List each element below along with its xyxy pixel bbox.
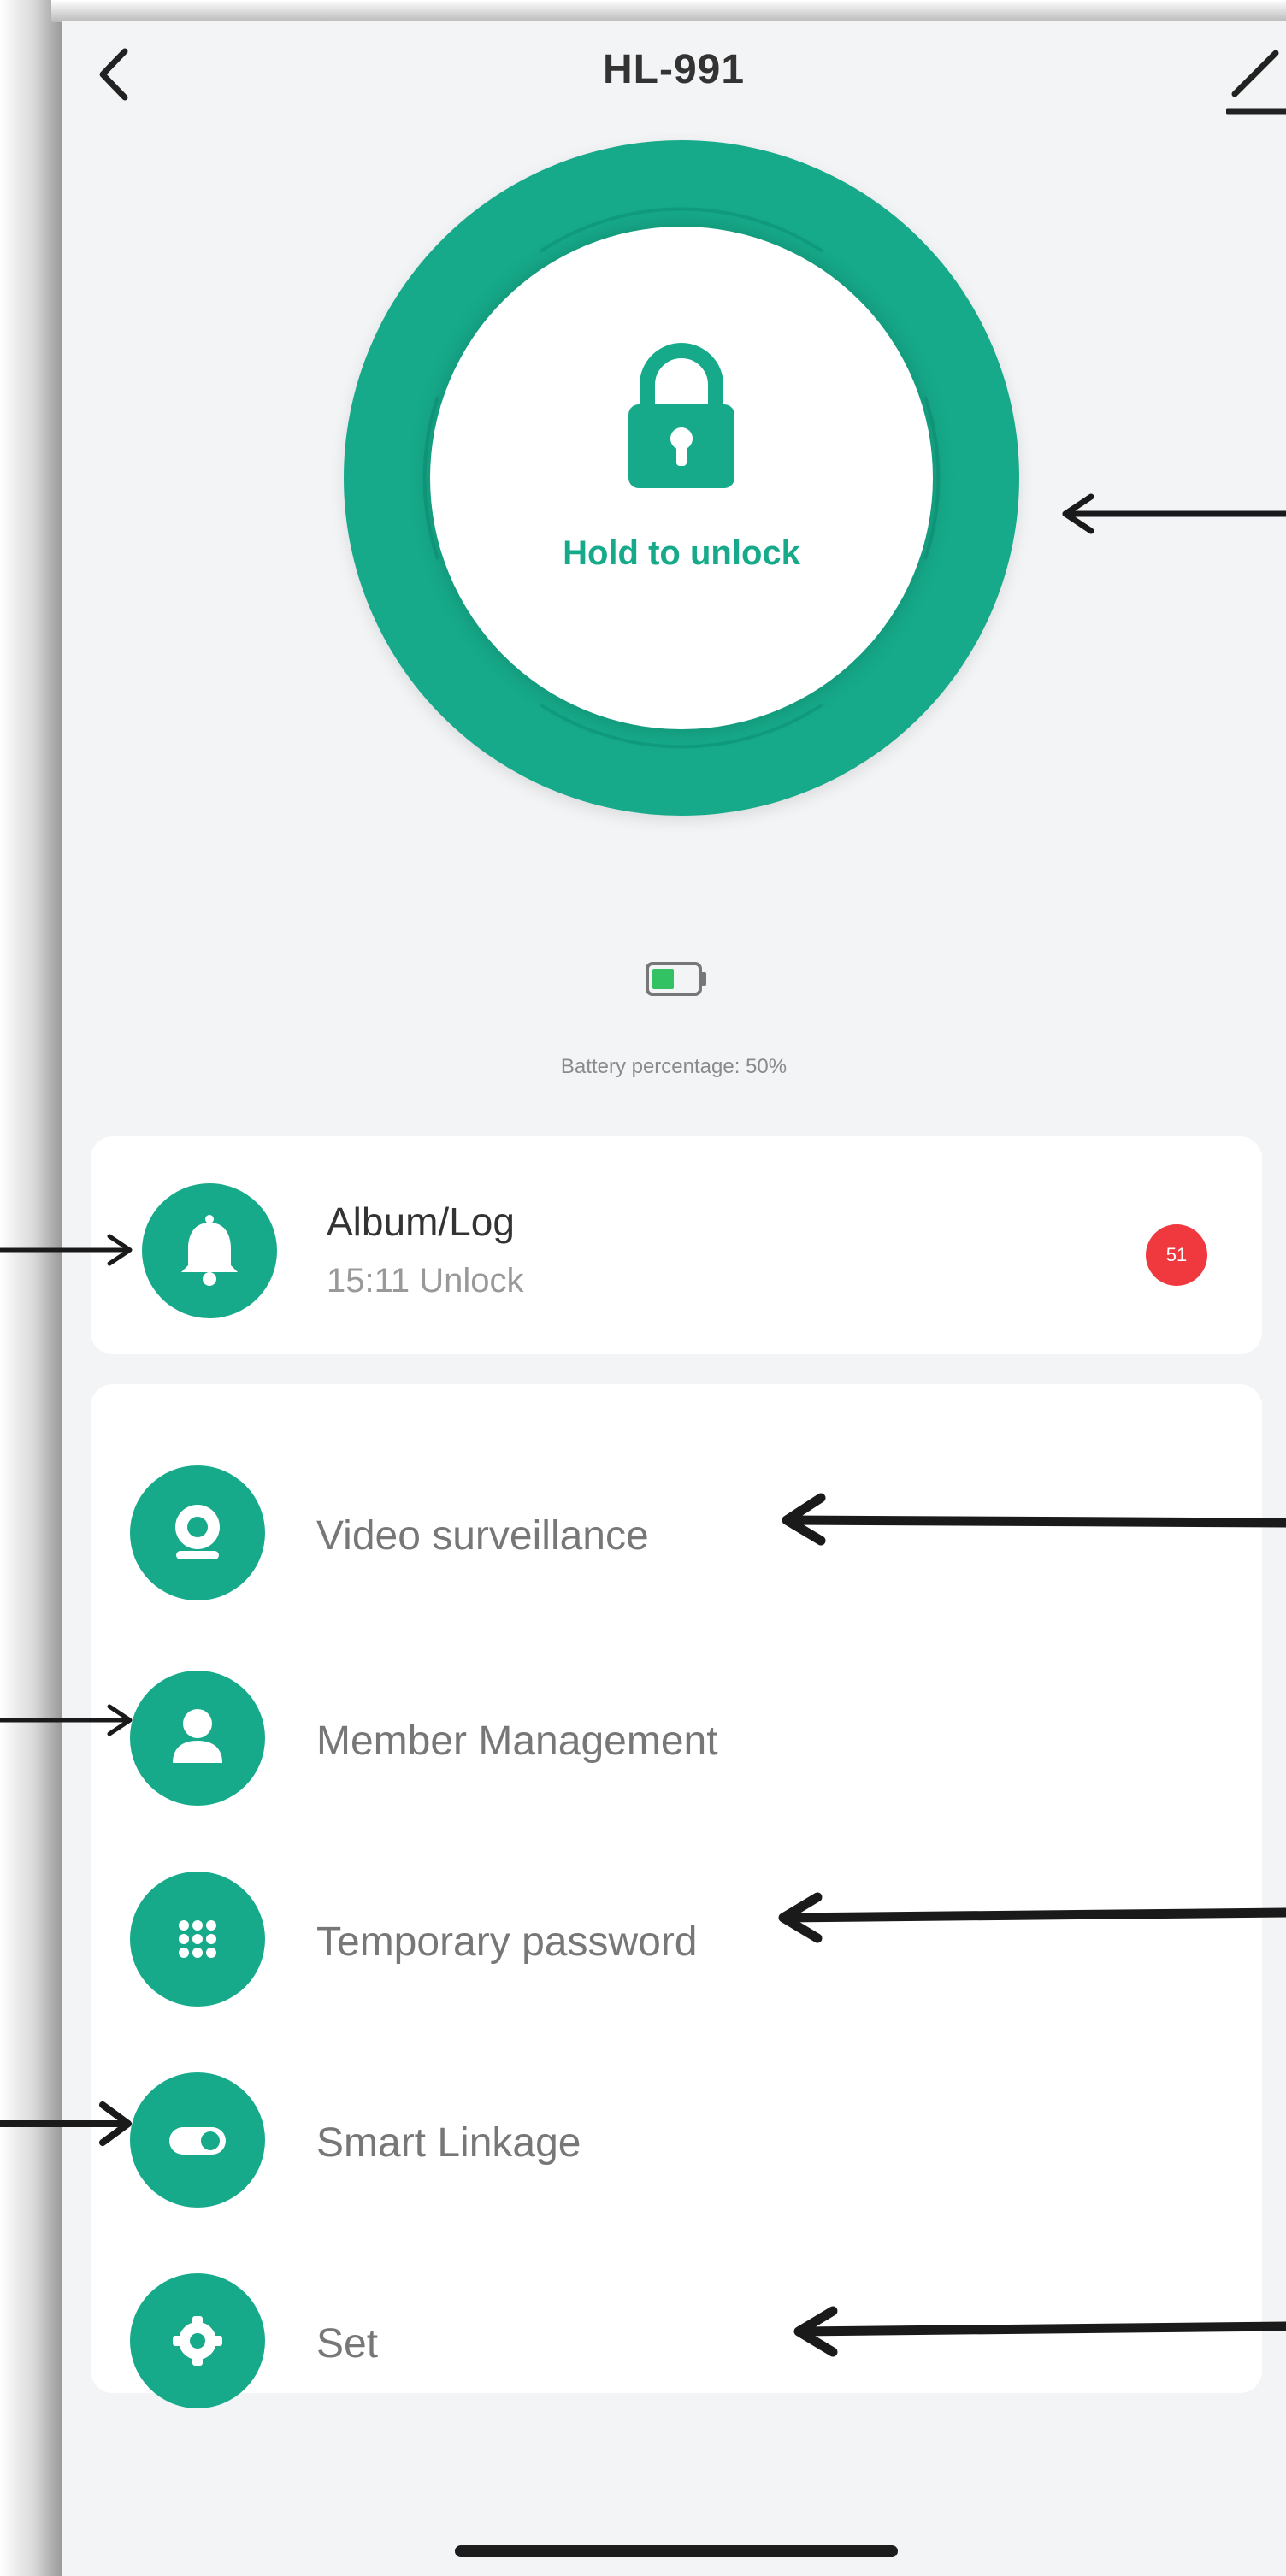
device-frame-top-edge xyxy=(51,0,1286,22)
battery-icon xyxy=(646,962,706,996)
notification-badge: 51 xyxy=(1146,1224,1207,1286)
menu-label-member-management[interactable]: Member Management xyxy=(316,1718,718,1765)
menu-item-smart-linkage[interactable] xyxy=(130,2072,265,2208)
menu-item-member-management[interactable] xyxy=(130,1671,265,1806)
menu-label-smart-linkage[interactable]: Smart Linkage xyxy=(316,2119,581,2166)
menu-item-set[interactable] xyxy=(130,2273,265,2408)
album-log-title: Album/Log xyxy=(327,1200,515,1244)
album-log-subtitle: 15:11 Unlock xyxy=(327,1262,524,1300)
person-icon xyxy=(173,1709,222,1763)
menu-label-video-surveillance[interactable]: Video surveillance xyxy=(316,1512,649,1559)
feature-menu-card xyxy=(91,1384,1262,2393)
camera-icon xyxy=(175,1505,220,1559)
toggle-icon xyxy=(169,2127,226,2155)
page-title: HL-991 xyxy=(602,47,746,92)
device-frame-left-edge xyxy=(0,0,62,2576)
menu-item-video-surveillance[interactable] xyxy=(130,1465,265,1600)
padlock-icon xyxy=(628,343,734,488)
phone-screen: HL-991 Hold to unlock Battery percentage… xyxy=(62,21,1286,2576)
battery-percentage-text: Battery percentage: 50% xyxy=(560,1055,788,1078)
menu-item-temporary-password[interactable] xyxy=(130,1872,265,2007)
gear-icon xyxy=(173,2316,222,2366)
unlock-inner-circle: Hold to unlock xyxy=(430,227,933,729)
bell-icon xyxy=(181,1215,238,1286)
home-indicator xyxy=(455,2545,898,2557)
menu-label-temporary-password[interactable]: Temporary password xyxy=(316,1919,698,1966)
edit-button[interactable] xyxy=(1224,38,1286,123)
screenshot-stage: HL-991 Hold to unlock Battery percentage… xyxy=(0,0,1286,2576)
keypad-icon xyxy=(179,1920,216,1958)
pencil-edit-icon xyxy=(1224,50,1286,115)
unlock-button[interactable]: Hold to unlock xyxy=(344,140,1019,816)
menu-label-set[interactable]: Set xyxy=(316,2320,378,2367)
album-log-icon-circle xyxy=(142,1183,277,1318)
unlock-label: Hold to unlock xyxy=(563,534,800,572)
